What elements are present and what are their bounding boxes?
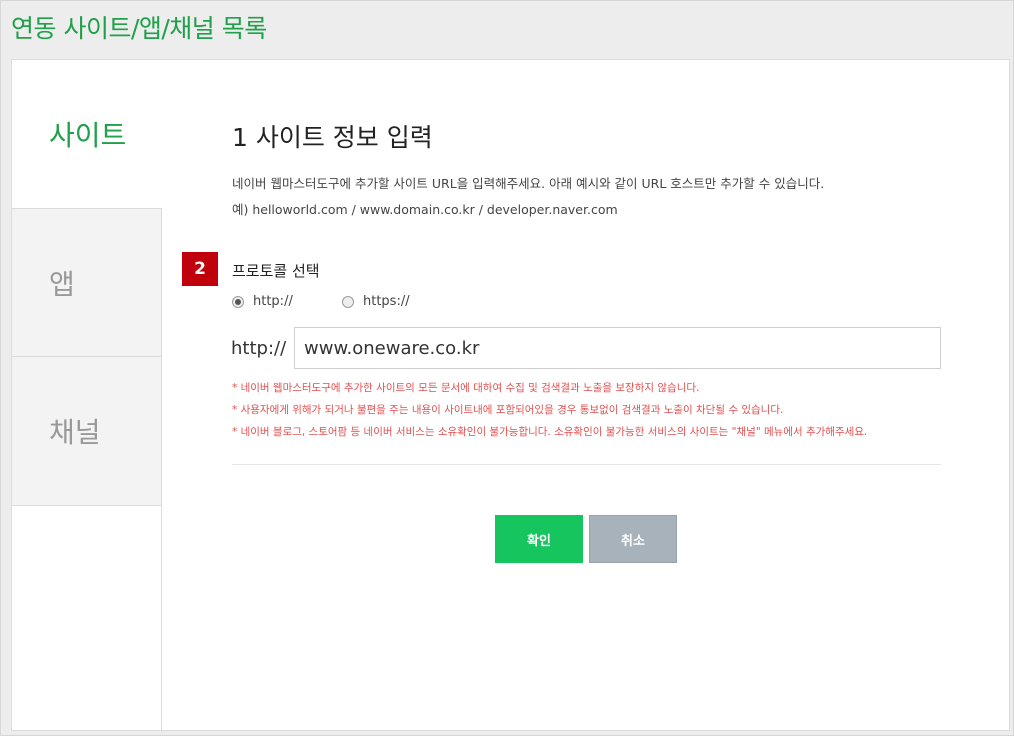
notice-text: * 네이버 블로그, 스토어팜 등 네이버 서비스는 소유확인이 불가능합니다.… <box>232 426 868 438</box>
sidebar-item-app[interactable]: 앱 <box>12 208 162 357</box>
description-text: 네이버 웹마스터도구에 추가할 사이트 URL을 입력해주세요. 아래 예시와 … <box>232 176 825 191</box>
url-prefix: http:// <box>231 338 287 359</box>
sidebar-item-label: 사이트 <box>49 119 127 152</box>
radio-label: http:// <box>253 294 293 309</box>
sidebar-item-label: 앱 <box>49 267 75 301</box>
sidebar-item-label: 채널 <box>49 416 101 449</box>
sidebar-divider <box>161 208 162 732</box>
radio-label: https:// <box>363 294 410 309</box>
divider <box>232 464 941 465</box>
url-input[interactable]: www.oneware.co.kr <box>294 327 941 369</box>
page-title: 연동 사이트/앱/채널 목록 <box>11 14 267 43</box>
section-title: 1 사이트 정보 입력 <box>232 123 433 152</box>
radio-button-checked[interactable] <box>232 295 244 308</box>
notice-text: * 네이버 웹마스터도구에 추가한 사이트의 모든 문서에 대하여 수집 및 검… <box>232 382 700 394</box>
example-text: 예) helloworld.com / www.domain.co.kr / d… <box>232 202 618 217</box>
radio-button[interactable] <box>342 295 354 308</box>
step-badge: 2 <box>182 252 218 286</box>
sidebar-item-site[interactable]: 사이트 <box>12 60 162 208</box>
main-panel: 사이트 앱 채널 1 사이트 정보 입력 네이버 웹마스터도구에 추가할 사이트… <box>11 59 1010 732</box>
cancel-button[interactable]: 취소 <box>589 515 677 563</box>
protocol-label: 프로토콜 선택 <box>232 262 320 280</box>
radio-http[interactable]: http:// <box>232 294 293 309</box>
notice-text: * 사용자에게 위해가 되거나 불편을 주는 내용이 사이트내에 포함되어있을 … <box>232 404 784 416</box>
radio-https[interactable]: https:// <box>342 294 410 309</box>
confirm-button[interactable]: 확인 <box>495 515 583 563</box>
sidebar-item-channel[interactable]: 채널 <box>12 357 162 506</box>
